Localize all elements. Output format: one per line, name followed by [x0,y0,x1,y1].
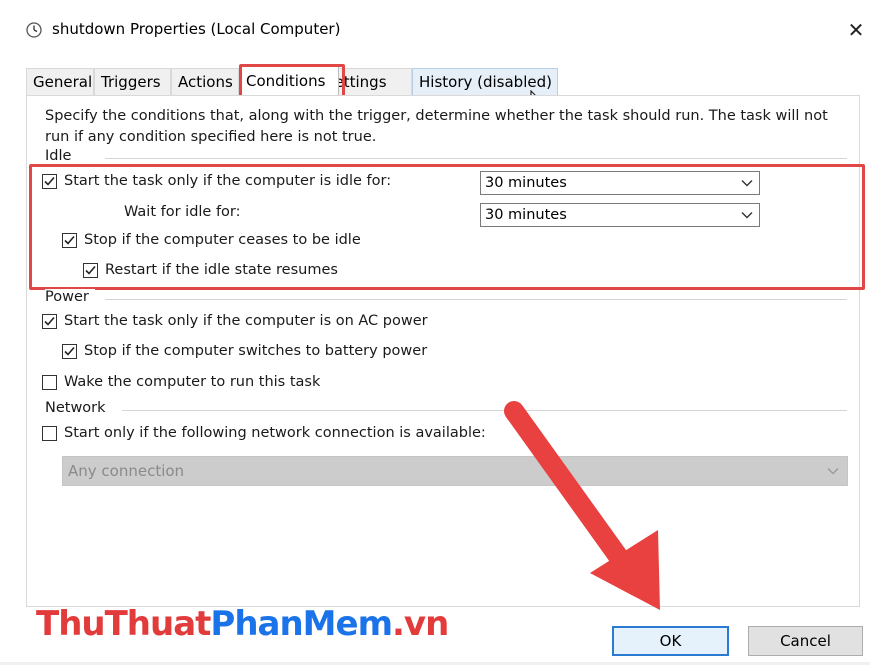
power-group-label: Power [45,289,95,305]
watermark-part-2: PhanMem [210,604,393,644]
ok-button[interactable]: OK [612,626,729,656]
description-line-1: Specify the conditions that, along with … [45,108,828,124]
close-icon[interactable]: ✕ [842,16,870,44]
checkmark-icon [64,346,75,356]
wake-label: Wake the computer to run this task [64,374,321,390]
network-label: Start only if the following network conn… [64,425,486,441]
ac-power-checkbox[interactable] [42,313,57,329]
network-connection-combo: Any connection [62,456,848,486]
cancel-button[interactable]: Cancel [748,626,863,656]
network-group-label: Network [45,400,112,416]
idle-highlight-box [29,164,865,290]
watermark-part-3: .vn [392,604,449,644]
battery-label: Stop if the computer switches to battery… [84,343,428,359]
chevron-down-icon [827,468,839,475]
window-title: shutdown Properties (Local Computer) [52,20,341,38]
description-line-2: run if any condition specified here is n… [45,129,377,145]
network-group-line [122,410,847,411]
idle-group-line [105,158,847,159]
battery-checkbox[interactable] [62,343,77,359]
checkmark-icon [44,316,55,326]
wake-checkbox-row[interactable]: Wake the computer to run this task [42,374,320,390]
description: Specify the conditions that, along with … [45,106,845,148]
clock-icon [26,22,42,38]
tab-actions[interactable]: Actions [171,68,239,95]
watermark-logo: ThuThuatPhanMem.vn [36,604,449,644]
ac-power-checkbox-row[interactable]: Start the task only if the computer is o… [42,313,428,329]
power-group-line [105,299,847,300]
tab-triggers[interactable]: Triggers [94,68,171,95]
red-arrow [490,395,680,624]
tab-general[interactable]: General [26,68,94,95]
idle-group-label: Idle [45,148,78,164]
network-checkbox[interactable] [42,425,57,441]
network-checkbox-row[interactable]: Start only if the following network conn… [42,425,486,441]
battery-checkbox-row[interactable]: Stop if the computer switches to battery… [62,343,427,359]
wake-checkbox[interactable] [42,374,57,390]
watermark-part-1: ThuThuat [36,604,211,644]
ac-power-label: Start the task only if the computer is o… [64,313,428,329]
network-connection-value: Any connection [68,462,185,480]
